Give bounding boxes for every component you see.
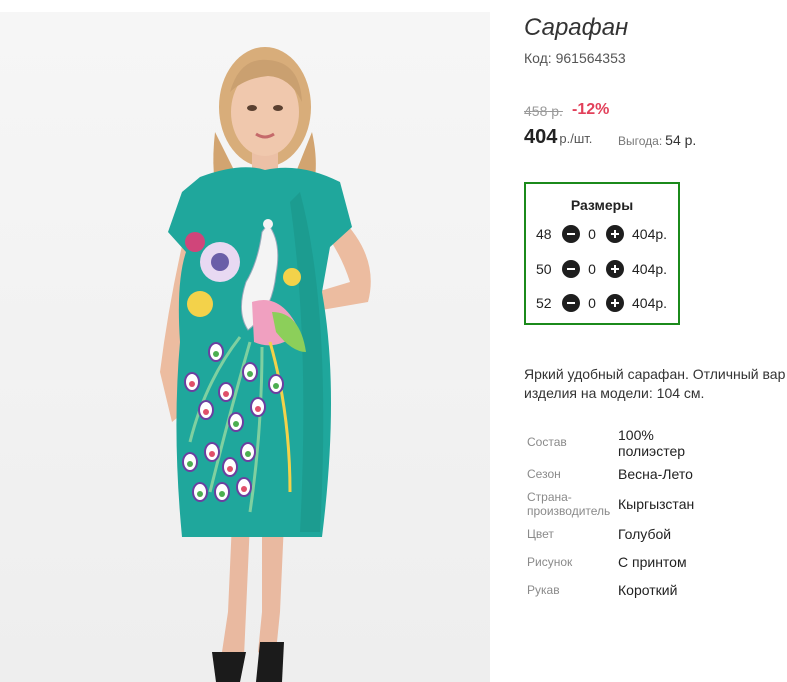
product-description: Яркий удобный сарафан. Отличный вар изде… xyxy=(524,365,787,403)
savings: Выгода: 54 р. xyxy=(618,132,696,150)
size-value: 48 xyxy=(536,226,552,242)
size-row: 48 0 404р. xyxy=(536,224,667,244)
product-photo[interactable] xyxy=(0,12,490,682)
model-in-dress-illustration xyxy=(0,12,490,682)
spec-label-line: производитель xyxy=(527,504,611,518)
sizes-selector: Размеры 48 0 404р. 50 0 404р. 52 0 404р. xyxy=(524,182,680,325)
spec-label-color: Цвет xyxy=(527,527,554,541)
size-value: 50 xyxy=(536,261,552,277)
spec-value-line: 100% xyxy=(618,427,654,443)
spec-value-sleeve: Короткий xyxy=(618,582,678,598)
spec-label-composition: Состав xyxy=(527,435,567,449)
spec-value-country: Кыргызстан xyxy=(618,496,695,512)
product-code-label: Код: xyxy=(524,50,552,66)
spec-label-country: Страна- производитель xyxy=(527,490,610,518)
quantity-value: 0 xyxy=(588,261,596,277)
quantity-value: 0 xyxy=(588,226,596,242)
current-price-value: 404 xyxy=(524,126,558,148)
size-price: 404р. xyxy=(632,261,668,277)
price-unit: р./шт. xyxy=(559,131,593,146)
spec-label-pattern: Рисунок xyxy=(527,555,573,569)
quantity-value: 0 xyxy=(588,295,596,311)
current-price: 404 р./шт. xyxy=(524,126,592,149)
description-line: изделия на модели: 104 см. xyxy=(524,385,705,401)
product-title: Сарафан xyxy=(524,14,629,41)
plus-circle-icon[interactable] xyxy=(606,294,624,312)
spec-value-pattern: С принтом xyxy=(618,554,687,570)
product-code: Код: 961564353 xyxy=(524,50,626,66)
discount-badge: -12% xyxy=(572,101,610,118)
spec-value-composition: 100% полиэстер xyxy=(618,427,685,459)
sizes-title: Размеры xyxy=(570,197,634,213)
plus-circle-icon[interactable] xyxy=(606,260,624,278)
spec-value-color: Голубой xyxy=(618,526,672,542)
minus-circle-icon[interactable] xyxy=(562,260,580,278)
savings-label: Выгода: xyxy=(618,134,663,148)
plus-circle-icon[interactable] xyxy=(606,225,624,243)
savings-value: 54 р. xyxy=(665,132,697,148)
product-code-value: 961564353 xyxy=(555,50,626,66)
size-value: 52 xyxy=(536,295,552,311)
size-price: 404р. xyxy=(632,226,668,242)
minus-circle-icon[interactable] xyxy=(562,294,580,312)
spec-label-season: Сезон xyxy=(527,467,561,481)
spec-label-sleeve: Рукав xyxy=(527,583,560,597)
old-price: 458 р. xyxy=(524,103,563,119)
size-row: 52 0 404р. xyxy=(536,293,667,313)
spec-label-line: Страна- xyxy=(527,490,572,504)
minus-circle-icon[interactable] xyxy=(562,225,580,243)
size-row: 50 0 404р. xyxy=(536,259,667,279)
spec-value-line: полиэстер xyxy=(618,443,686,459)
spec-value-season: Весна-Лето xyxy=(618,466,693,482)
description-line: Яркий удобный сарафан. Отличный вар xyxy=(524,366,786,382)
size-price: 404р. xyxy=(632,295,668,311)
